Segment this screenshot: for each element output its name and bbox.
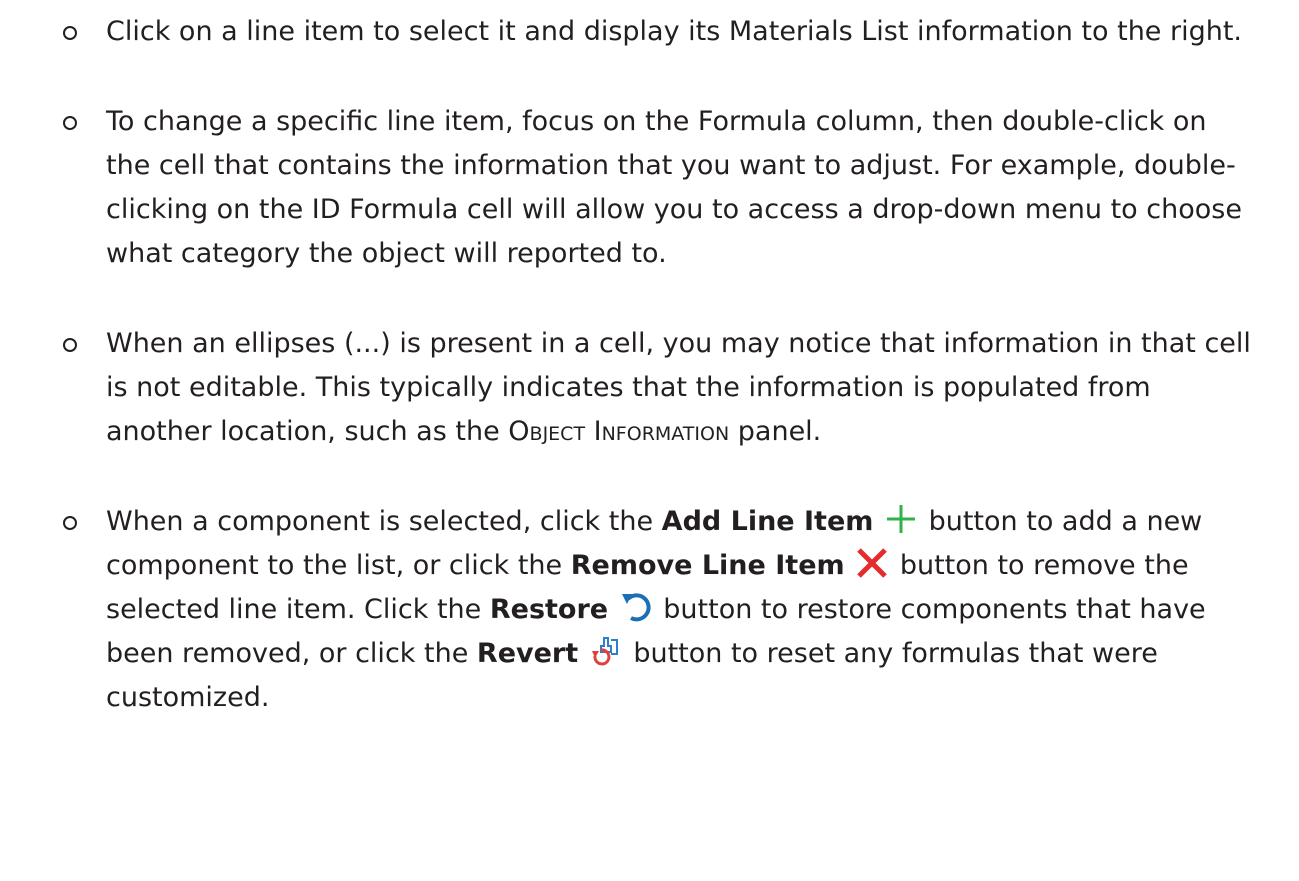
add-line-item-label: Add Line Item: [661, 506, 874, 537]
restore-label: Restore: [489, 594, 609, 625]
help-page: Click on a line item to select it and di…: [0, 0, 1299, 881]
instruction-text: Click on a line item to select it and di…: [106, 16, 1243, 47]
restore-icon: [619, 590, 653, 624]
list-item: When a component is selected, click the …: [60, 500, 1259, 720]
x-icon: [855, 546, 889, 580]
instruction-text: panel.: [729, 416, 822, 447]
object-information-panel-name: Object Information: [508, 416, 730, 447]
list-item: When an ellipses (...) is present in a c…: [60, 322, 1259, 454]
instruction-text: To change a specific line item, focus on…: [106, 106, 1242, 269]
revert-icon: [589, 634, 623, 668]
revert-label: Revert: [476, 638, 579, 669]
instruction-text: When a component is selected, click the: [106, 506, 662, 537]
remove-line-item-label: Remove Line Item: [570, 550, 845, 581]
plus-icon: [884, 502, 918, 536]
instruction-list: Click on a line item to select it and di…: [60, 10, 1259, 720]
list-item: Click on a line item to select it and di…: [60, 10, 1259, 54]
list-item: To change a specific line item, focus on…: [60, 100, 1259, 276]
